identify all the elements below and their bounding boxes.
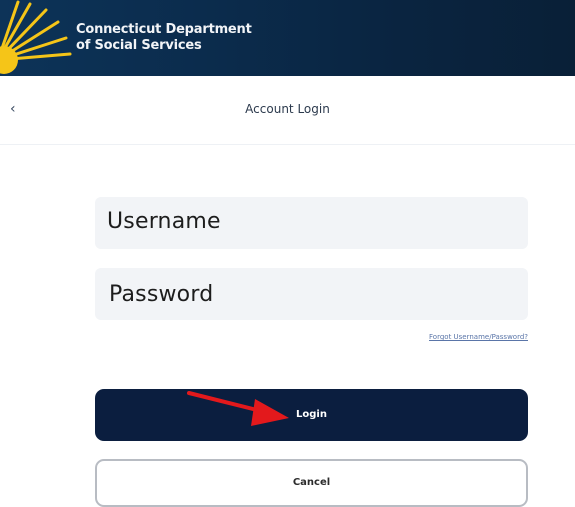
red-arrow-icon bbox=[187, 391, 289, 426]
username-placeholder: Username bbox=[107, 209, 221, 234]
login-page: Connecticut Department of Social Service… bbox=[0, 0, 575, 507]
sunburst-logo-icon bbox=[0, 0, 72, 74]
login-button[interactable]: Login bbox=[95, 389, 528, 441]
header-title-line1: Connecticut Department bbox=[76, 22, 252, 37]
forgot-credentials-link[interactable]: Forgot Username/Password? bbox=[429, 333, 528, 341]
username-field[interactable]: Username bbox=[95, 197, 528, 249]
subnav-bar: ‹ Account Login bbox=[0, 76, 575, 145]
cancel-button[interactable]: Cancel bbox=[95, 459, 528, 507]
password-field[interactable]: Password bbox=[95, 268, 528, 320]
header-title-line2: of Social Services bbox=[76, 38, 202, 53]
header-title: Connecticut Department of Social Service… bbox=[76, 22, 252, 54]
password-placeholder: Password bbox=[109, 282, 214, 307]
header-banner: Connecticut Department of Social Service… bbox=[0, 0, 575, 76]
page-title: Account Login bbox=[245, 102, 330, 116]
